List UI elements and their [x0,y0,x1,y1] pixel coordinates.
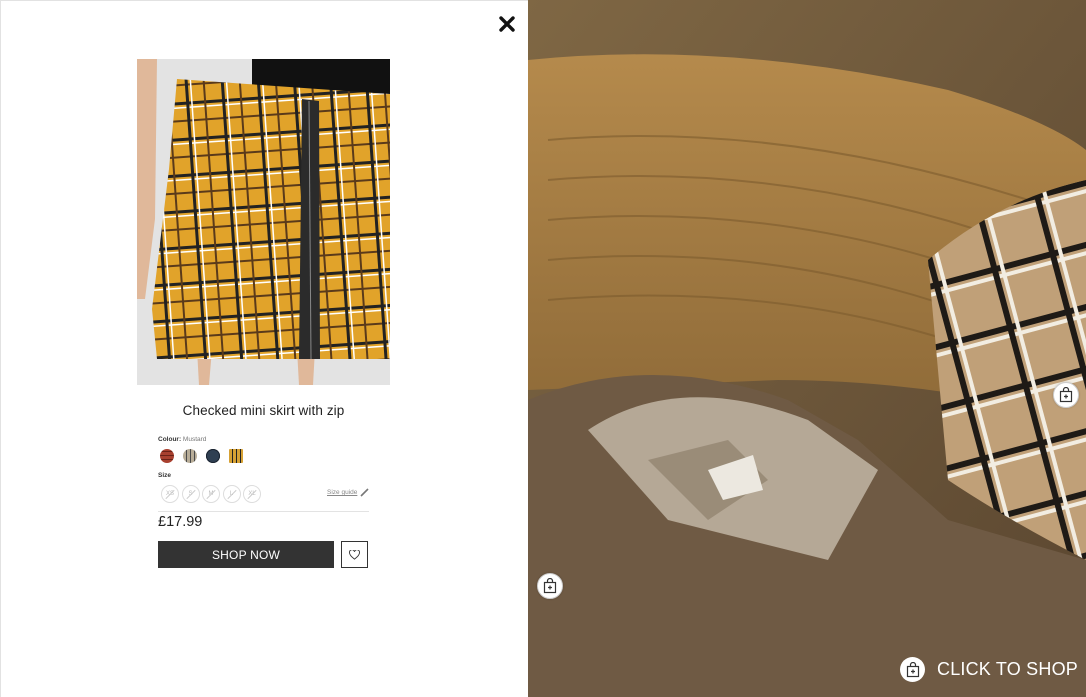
size-option[interactable]: S [181,485,200,503]
divider [158,511,369,512]
click-to-shop-label: CLICK TO SHOP [937,659,1078,679]
size-option[interactable]: L [222,485,241,503]
size-option[interactable]: M [202,485,220,503]
swatch-mustard-check[interactable] [229,449,243,463]
colour-label: Colour: Mustard [158,436,207,443]
swatch-red-check[interactable] [160,449,174,463]
heart-icon [349,549,360,560]
shopping-bag-icon [543,578,557,594]
product-quickview-panel: Checked mini skirt with zip Colour: Must… [0,0,528,697]
close-icon[interactable] [497,14,517,34]
shopping-bag-icon [900,657,925,682]
shop-hotspot-left[interactable] [537,573,563,599]
swatch-navy-check[interactable] [206,449,220,463]
colour-swatches [160,449,243,463]
size-option[interactable]: XL [243,485,261,503]
shop-now-button[interactable]: SHOP NOW [158,541,334,568]
wishlist-button[interactable] [341,541,368,568]
size-guide-label: Size guide [327,489,358,496]
shopping-bag-icon [1059,387,1073,403]
size-options: XS S M L XL [161,485,261,503]
ruler-icon [360,488,369,497]
product-image [137,59,390,385]
swatch-grey-check[interactable] [183,449,197,463]
colour-value: Mustard [182,436,207,443]
click-to-shop-button[interactable]: CLICK TO SHOP [900,657,1078,682]
size-option[interactable]: XS [161,485,179,503]
product-title: Checked mini skirt with zip [182,403,345,418]
video-scene-image [528,0,1086,697]
size-guide-link[interactable]: Size guide [327,488,369,497]
product-price: £17.99 [158,514,203,530]
size-label: Size [158,472,172,479]
shop-hotspot-right[interactable] [1053,382,1079,408]
